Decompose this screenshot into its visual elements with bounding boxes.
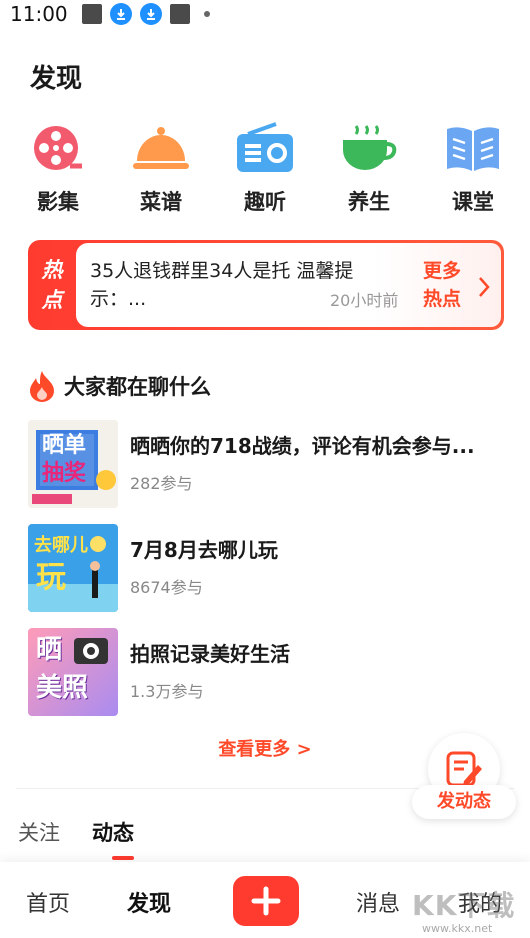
category-row: 影集 菜谱 趣听 养生 课堂 bbox=[0, 120, 530, 220]
category-recipe[interactable]: 菜谱 bbox=[111, 120, 211, 216]
more-hot-button[interactable]: 更多 热点 bbox=[423, 257, 471, 313]
chat-section-title: 大家都在聊什么 bbox=[64, 375, 211, 399]
watermark: KK下载 www.kkx.net bbox=[412, 878, 530, 935]
thumb-text: 玩 bbox=[36, 560, 66, 595]
post-update-label: 发动态 bbox=[412, 785, 516, 819]
download-icon bbox=[109, 3, 132, 25]
hot-tag: 热 点 bbox=[28, 240, 76, 330]
hot-news-banner[interactable]: 热 点 35人退钱群里34人是托 温馨提示：... 20小时前 更多 热点 bbox=[28, 240, 504, 330]
topic-title: 晒晒你的718战绩，评论有机会参与... bbox=[130, 434, 475, 458]
thumb-text: 晒单 bbox=[42, 433, 87, 458]
status-time: 11:00 bbox=[10, 2, 68, 26]
radio-icon bbox=[235, 120, 295, 176]
thumb-text: 美照 bbox=[36, 673, 89, 703]
hot-news-card: 35人退钱群里34人是托 温馨提示：... 20小时前 更多 热点 bbox=[76, 243, 501, 327]
topic-count: 1.3万参与 bbox=[130, 682, 204, 701]
active-tab-indicator bbox=[112, 856, 134, 860]
plus-icon bbox=[251, 886, 281, 916]
chat-section-header: 大家都在聊什么 bbox=[28, 370, 211, 402]
watermark-text: KK下载 bbox=[412, 889, 516, 922]
status-bar: 11:00 bbox=[0, 0, 530, 28]
page-title: 发现 bbox=[30, 64, 83, 94]
category-listen[interactable]: 趣听 bbox=[215, 120, 315, 216]
topic-title: 7月8月去哪儿玩 bbox=[130, 538, 278, 562]
topic-item[interactable]: 去哪儿 玩 7月8月去哪儿玩 8674参与 bbox=[28, 524, 508, 614]
nav-home[interactable]: 首页 bbox=[26, 886, 70, 918]
thumb-text: 晒 bbox=[36, 635, 63, 665]
create-button[interactable] bbox=[233, 876, 299, 926]
notification-icon bbox=[169, 4, 190, 24]
download-icon bbox=[139, 3, 162, 25]
thumb-text: 去哪儿 bbox=[34, 535, 88, 556]
category-label: 菜谱 bbox=[140, 190, 182, 214]
feed-tabs: 关注 动态 bbox=[18, 817, 134, 847]
category-label: 趣听 bbox=[244, 190, 286, 214]
category-health[interactable]: 养生 bbox=[319, 120, 419, 216]
topic-count: 282参与 bbox=[130, 474, 193, 493]
topic-thumbnail: 去哪儿 玩 bbox=[28, 524, 118, 612]
topic-thumbnail: 晒单 抽奖 bbox=[28, 420, 118, 508]
hot-news-time: 20小时前 bbox=[330, 291, 399, 310]
topic-item[interactable]: 晒单 抽奖 晒晒你的718战绩，评论有机会参与... 282参与 bbox=[28, 420, 508, 510]
category-label: 养生 bbox=[348, 190, 390, 214]
tab-updates[interactable]: 动态 bbox=[92, 817, 134, 847]
category-label: 课堂 bbox=[452, 190, 494, 214]
edit-note-icon bbox=[446, 751, 482, 787]
topic-thumbnail: 晒 美照 bbox=[28, 628, 118, 716]
fire-icon bbox=[30, 371, 54, 402]
more-hot-label: 热点 bbox=[423, 288, 462, 310]
chevron-right-icon bbox=[479, 277, 490, 297]
category-class[interactable]: 课堂 bbox=[423, 120, 523, 216]
food-cloche-icon bbox=[131, 120, 191, 176]
open-book-icon bbox=[443, 120, 503, 176]
film-reel-icon bbox=[28, 120, 88, 176]
post-update-button[interactable]: 发动态 bbox=[412, 733, 516, 819]
category-album[interactable]: 影集 bbox=[8, 120, 108, 216]
watermark-url: www.kkx.net bbox=[422, 922, 493, 935]
topic-item[interactable]: 晒 美照 拍照记录美好生活 1.3万参与 bbox=[28, 628, 508, 718]
category-label: 影集 bbox=[37, 190, 79, 214]
thumb-text: 抽奖 bbox=[42, 461, 87, 486]
topic-title: 拍照记录美好生活 bbox=[130, 642, 290, 666]
hot-tag-char: 热 bbox=[41, 258, 63, 282]
nav-messages[interactable]: 消息 bbox=[356, 886, 400, 918]
notification-icon bbox=[81, 4, 102, 24]
hot-tag-char: 点 bbox=[41, 288, 63, 312]
nav-discover[interactable]: 发现 bbox=[127, 886, 171, 918]
tea-cup-icon bbox=[339, 120, 399, 176]
more-hot-label: 更多 bbox=[423, 260, 462, 282]
topic-count: 8674参与 bbox=[130, 578, 203, 597]
tab-following[interactable]: 关注 bbox=[18, 817, 60, 847]
more-notifications-icon bbox=[203, 11, 210, 17]
